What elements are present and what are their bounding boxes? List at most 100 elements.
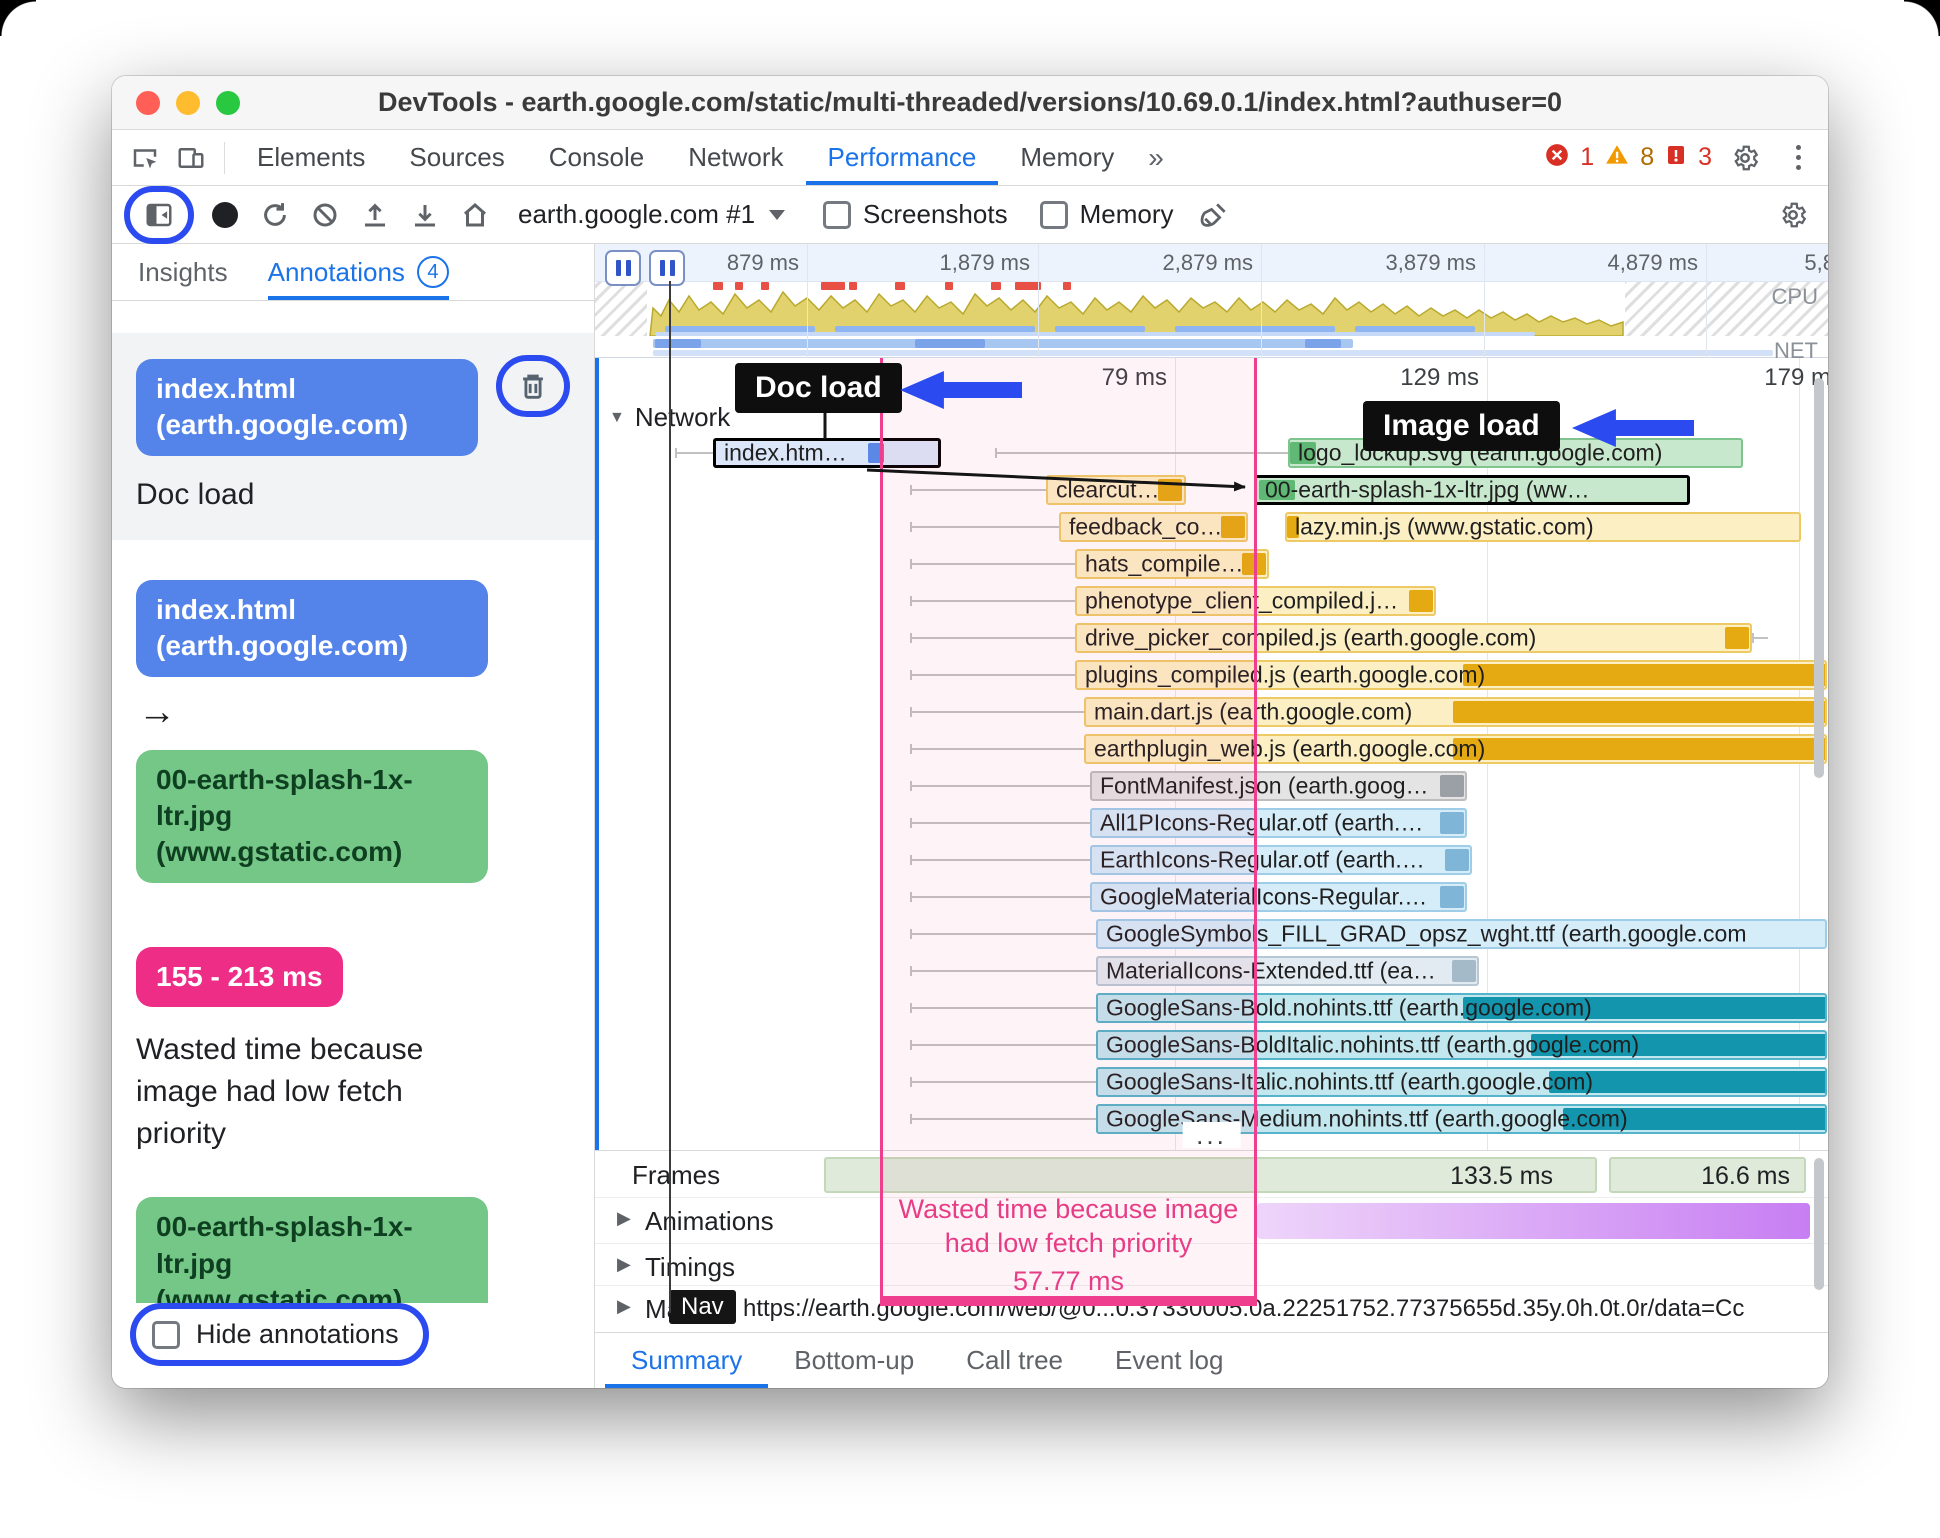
toggle-sidebar-icon[interactable] (136, 192, 182, 238)
frames-track[interactable]: Frames 133.5 ms 16.6 ms (595, 1152, 1828, 1198)
network-request-bar[interactable]: GoogleMaterialIcons-Regular.… (1090, 882, 1467, 912)
minimize-window-icon[interactable] (176, 91, 200, 115)
error-icon[interactable] (1544, 142, 1570, 173)
waterfall-scrollbar[interactable] (1814, 372, 1824, 1142)
annotation-entry-link[interactable]: index.html (earth.google.com) → 00-earth… (136, 579, 570, 883)
network-request-bar[interactable]: MaterialIcons-Extended.ttf (ea… (1096, 956, 1479, 986)
close-window-icon[interactable] (136, 91, 160, 115)
garbage-collect-icon[interactable] (1191, 192, 1237, 238)
net-segment (915, 339, 985, 348)
screenshots-checkbox[interactable] (823, 200, 852, 229)
expand-triangle-icon[interactable]: ▶ (617, 1208, 631, 1229)
pause-button[interactable] (605, 250, 641, 286)
network-request-bar[interactable]: EarthIcons-Regular.otf (earth.… (1090, 845, 1472, 875)
inspect-icon[interactable] (122, 135, 168, 181)
network-request-bar[interactable]: GoogleSans-BoldItalic.nohints.ttf (earth… (1096, 1030, 1827, 1060)
animation-bar[interactable] (1257, 1203, 1810, 1239)
clear-recording-icon[interactable] (302, 192, 348, 238)
image-load-annotation-label[interactable]: Image load (1363, 401, 1560, 451)
waterfall-overflow-indicator[interactable]: ... (1182, 1122, 1241, 1148)
network-request-bar[interactable]: GoogleSans-Italic.nohints.ttf (earth.goo… (1096, 1067, 1827, 1097)
timeline-overview[interactable]: 879 ms 1,879 ms 2,879 ms 3,879 ms 4,879 ms 5,… (595, 244, 1828, 363)
reload-record-icon[interactable] (252, 192, 298, 238)
frame-bar[interactable]: 16.6 ms (1609, 1157, 1806, 1193)
network-request-bar[interactable]: index.htm… (713, 438, 941, 468)
record-icon[interactable] (202, 192, 248, 238)
frame-bar[interactable]: 133.5 ms (824, 1157, 1597, 1193)
error-count: 1 (1580, 143, 1595, 171)
issues-icon[interactable] (1664, 142, 1688, 173)
tab-sources[interactable]: Sources (387, 130, 526, 185)
bottom-tab-event-log[interactable]: Event log (1089, 1333, 1249, 1388)
timings-track-label: Timings (645, 1252, 736, 1282)
main-tab-strip: Elements Sources Console Network Performance… (235, 130, 1136, 185)
tab-console[interactable]: Console (527, 130, 666, 185)
hide-annotations-checkbox[interactable] (152, 1320, 180, 1349)
network-request-bar[interactable]: plugins_compiled.js (earth.google.com) (1075, 660, 1827, 690)
request-active-segment (1242, 553, 1266, 575)
main-thread-track[interactable]: ▶ Main Nav https://earth.google.com/web/… (595, 1286, 1828, 1326)
upload-profile-icon[interactable] (352, 192, 398, 238)
tab-annotations[interactable]: Annotations 4 (268, 244, 449, 300)
device-toolbar-icon[interactable] (168, 135, 214, 181)
tab-memory[interactable]: Memory (998, 130, 1136, 185)
annotation-pill-index-html[interactable]: index.html (earth.google.com) (136, 579, 488, 677)
annotation-pill-splash-image[interactable]: 00-earth-splash-1x-ltr.jpg (www.gstatic.… (136, 749, 488, 883)
annotation-pill-time-range[interactable]: 155 - 213 ms (136, 946, 343, 1008)
annotation-pill-splash-image[interactable]: 00-earth-splash-1x-ltr.jpg (www.gstatic.… (136, 1197, 488, 1303)
network-request-bar[interactable]: earthplugin_web.js (earth.google.com) (1084, 734, 1827, 764)
request-active-segment (1440, 812, 1464, 834)
settings-gear-icon[interactable] (1722, 135, 1768, 181)
network-request-bar[interactable]: 00-earth-splash-1x-ltr.jpg (ww… (1254, 475, 1690, 505)
timings-track[interactable]: ▶ Timings (595, 1244, 1828, 1286)
bottom-tab-call-tree[interactable]: Call tree (940, 1333, 1089, 1388)
tab-performance[interactable]: Performance (806, 130, 999, 185)
expand-triangle-icon[interactable]: ▶ (617, 1254, 631, 1275)
more-tabs-chevron[interactable]: » (1136, 130, 1176, 185)
annotation-entry-image-load[interactable]: 00-earth-splash-1x-ltr.jpg (www.gstatic.… (136, 1197, 570, 1303)
sidebar-tabs: Insights Annotations 4 (112, 244, 594, 301)
window-titlebar[interactable]: DevTools - earth.google.com/static/multi… (112, 76, 1828, 130)
tab-network[interactable]: Network (666, 130, 805, 185)
pause-button[interactable] (649, 250, 685, 286)
animations-track[interactable]: ▶ Animations (595, 1198, 1828, 1244)
doc-load-annotation-label[interactable]: Doc load (735, 363, 902, 413)
bottom-tab-bottom-up[interactable]: Bottom-up (768, 1333, 940, 1388)
annotation-entry-doc-load[interactable]: index.html (earth.google.com) Doc load (112, 333, 594, 540)
offscreen-hatch (595, 282, 647, 336)
delete-annotation-button[interactable] (512, 365, 554, 407)
tab-insights[interactable]: Insights (138, 244, 228, 300)
network-request-bar[interactable]: lazy.min.js (www.gstatic.com) (1285, 512, 1801, 542)
hide-annotations-label: Hide annotations (196, 1319, 399, 1349)
memory-toggle[interactable]: Memory (1039, 199, 1173, 230)
scrollbar-thumb[interactable] (1814, 378, 1824, 778)
request-queue-line (910, 855, 1090, 865)
annotation-pill-index-html[interactable]: index.html (earth.google.com) (136, 359, 478, 456)
target-selector[interactable]: earth.google.com #1 (518, 199, 786, 230)
download-profile-icon[interactable] (402, 192, 448, 238)
network-request-bar[interactable]: clearcut… (1046, 475, 1186, 505)
network-request-bar[interactable]: main.dart.js (earth.google.com) (1084, 697, 1827, 727)
scrollbar-thumb[interactable] (1814, 1158, 1824, 1290)
network-request-bar[interactable]: GoogleSymbols_FILL_GRAD_opsz_wght.ttf (e… (1096, 919, 1827, 949)
network-request-bar[interactable]: hats_compile… (1075, 549, 1269, 579)
network-request-bar[interactable]: phenotype_client_compiled.j… (1075, 586, 1436, 616)
network-request-bar[interactable]: drive_picker_compiled.js (earth.google.c… (1075, 623, 1752, 653)
home-icon[interactable] (452, 192, 498, 238)
network-request-bar[interactable]: GoogleSans-Bold.nohints.ttf (earth.googl… (1096, 993, 1827, 1023)
bottom-tab-summary[interactable]: Summary (605, 1333, 768, 1388)
warning-icon[interactable] (1604, 142, 1630, 173)
network-request-bar[interactable]: FontManifest.json (earth.goog… (1090, 771, 1467, 801)
zoom-window-icon[interactable] (216, 91, 240, 115)
annotation-entry-time-range[interactable]: 155 - 213 ms Wasted time because image h… (136, 946, 570, 1155)
screenshots-toggle[interactable]: Screenshots (823, 199, 1008, 230)
tab-elements[interactable]: Elements (235, 130, 387, 185)
network-request-bar[interactable]: All1PIcons-Regular.otf (earth.… (1090, 808, 1467, 838)
network-request-bar[interactable]: feedback_co… (1059, 512, 1248, 542)
tracks-scrollbar[interactable] (1814, 1154, 1824, 1306)
memory-checkbox[interactable] (1039, 200, 1068, 229)
capture-settings-gear-icon[interactable] (1770, 192, 1816, 238)
kebab-menu-icon[interactable] (1778, 135, 1818, 181)
request-label: GoogleSans-Bold.nohints.ttf (earth.googl… (1106, 994, 1592, 1021)
expand-triangle-icon[interactable]: ▶ (617, 1296, 631, 1317)
